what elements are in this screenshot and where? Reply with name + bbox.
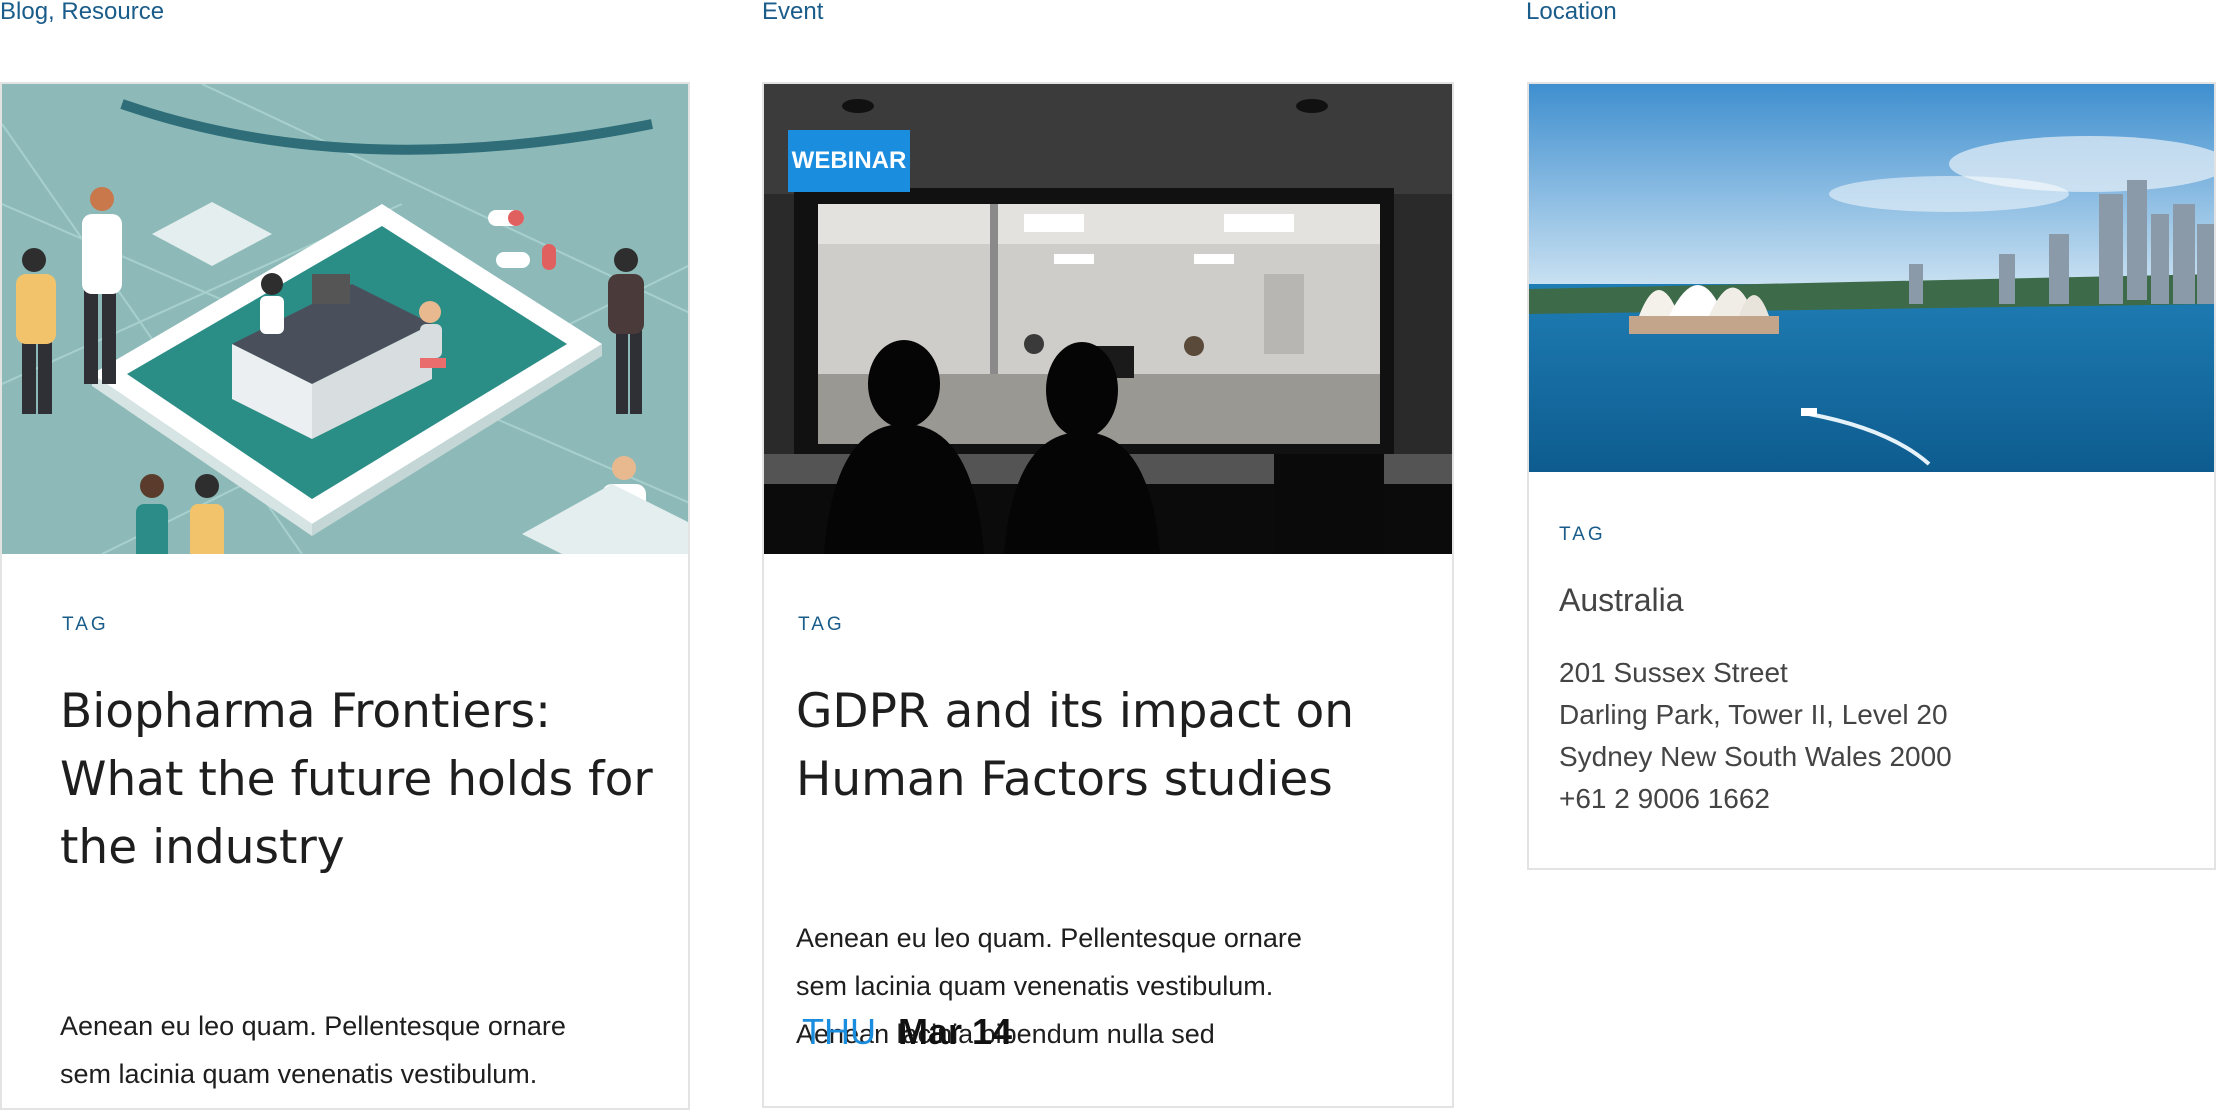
event-date: THU Mar 14 <box>802 1012 1012 1052</box>
excerpt-line: sem lacinia quam venenatis vestibulum. <box>796 971 1274 1001</box>
event-date-value: Mar 14 <box>898 1011 1013 1052</box>
excerpt-line: Aenean lacinia bibendum nulla sed <box>60 1098 680 1108</box>
location-name: Australia <box>1559 582 1684 618</box>
event-card[interactable]: WEBINAR TAG GDPR and its impact on Human… <box>762 82 1454 1108</box>
excerpt-line: Aenean eu leo quam. Pellentesque ornare <box>60 1011 566 1041</box>
location-card-image <box>1529 84 2214 472</box>
sydney-harbour-photo <box>1529 84 2214 472</box>
blog-title-line: What the future holds for <box>60 752 653 807</box>
address-line: Sydney New South Wales 2000 <box>1559 741 1952 772</box>
blog-card[interactable]: TAG Biopharma Frontiers: What the future… <box>0 82 690 1110</box>
event-title-line: Human Factors studies <box>796 752 1333 807</box>
excerpt-line: Aenean eu leo quam. Pellentesque ornare <box>796 923 1302 953</box>
event-card-title[interactable]: GDPR and its impact on Human Factors stu… <box>796 678 1436 814</box>
medical-illustration-image <box>2 84 688 554</box>
blog-card-tag[interactable]: TAG <box>62 614 109 636</box>
event-card-tag[interactable]: TAG <box>798 614 845 636</box>
location-card[interactable]: TAG Australia 201 Sussex Street Darling … <box>1527 82 2216 870</box>
webinar-badge: WEBINAR <box>788 130 910 192</box>
blog-card-title[interactable]: Biopharma Frontiers: What the future hol… <box>60 678 680 882</box>
event-card-image: WEBINAR <box>764 84 1452 554</box>
event-day: THU <box>802 1011 876 1052</box>
blog-title-line: the industry <box>60 820 345 875</box>
location-address: 201 Sussex Street Darling Park, Tower II… <box>1559 652 1952 820</box>
blog-card-excerpt: Aenean eu leo quam. Pellentesque ornare … <box>60 1002 680 1108</box>
column-label-location[interactable]: Location <box>1526 0 1617 24</box>
excerpt-line: sem lacinia quam venenatis vestibulum. <box>60 1059 538 1089</box>
blog-card-image <box>2 84 688 554</box>
location-card-tag[interactable]: TAG <box>1559 524 1606 546</box>
address-line: 201 Sussex Street <box>1559 657 1788 688</box>
column-label-blog[interactable]: Blog, Resource <box>0 0 164 24</box>
column-label-event[interactable]: Event <box>762 0 823 24</box>
event-title-line: GDPR and its impact on <box>796 684 1355 739</box>
address-line: Darling Park, Tower II, Level 20 <box>1559 699 1948 730</box>
phone-number[interactable]: +61 2 9006 1662 <box>1559 778 1952 820</box>
blog-title-line: Biopharma Frontiers: <box>60 684 551 739</box>
